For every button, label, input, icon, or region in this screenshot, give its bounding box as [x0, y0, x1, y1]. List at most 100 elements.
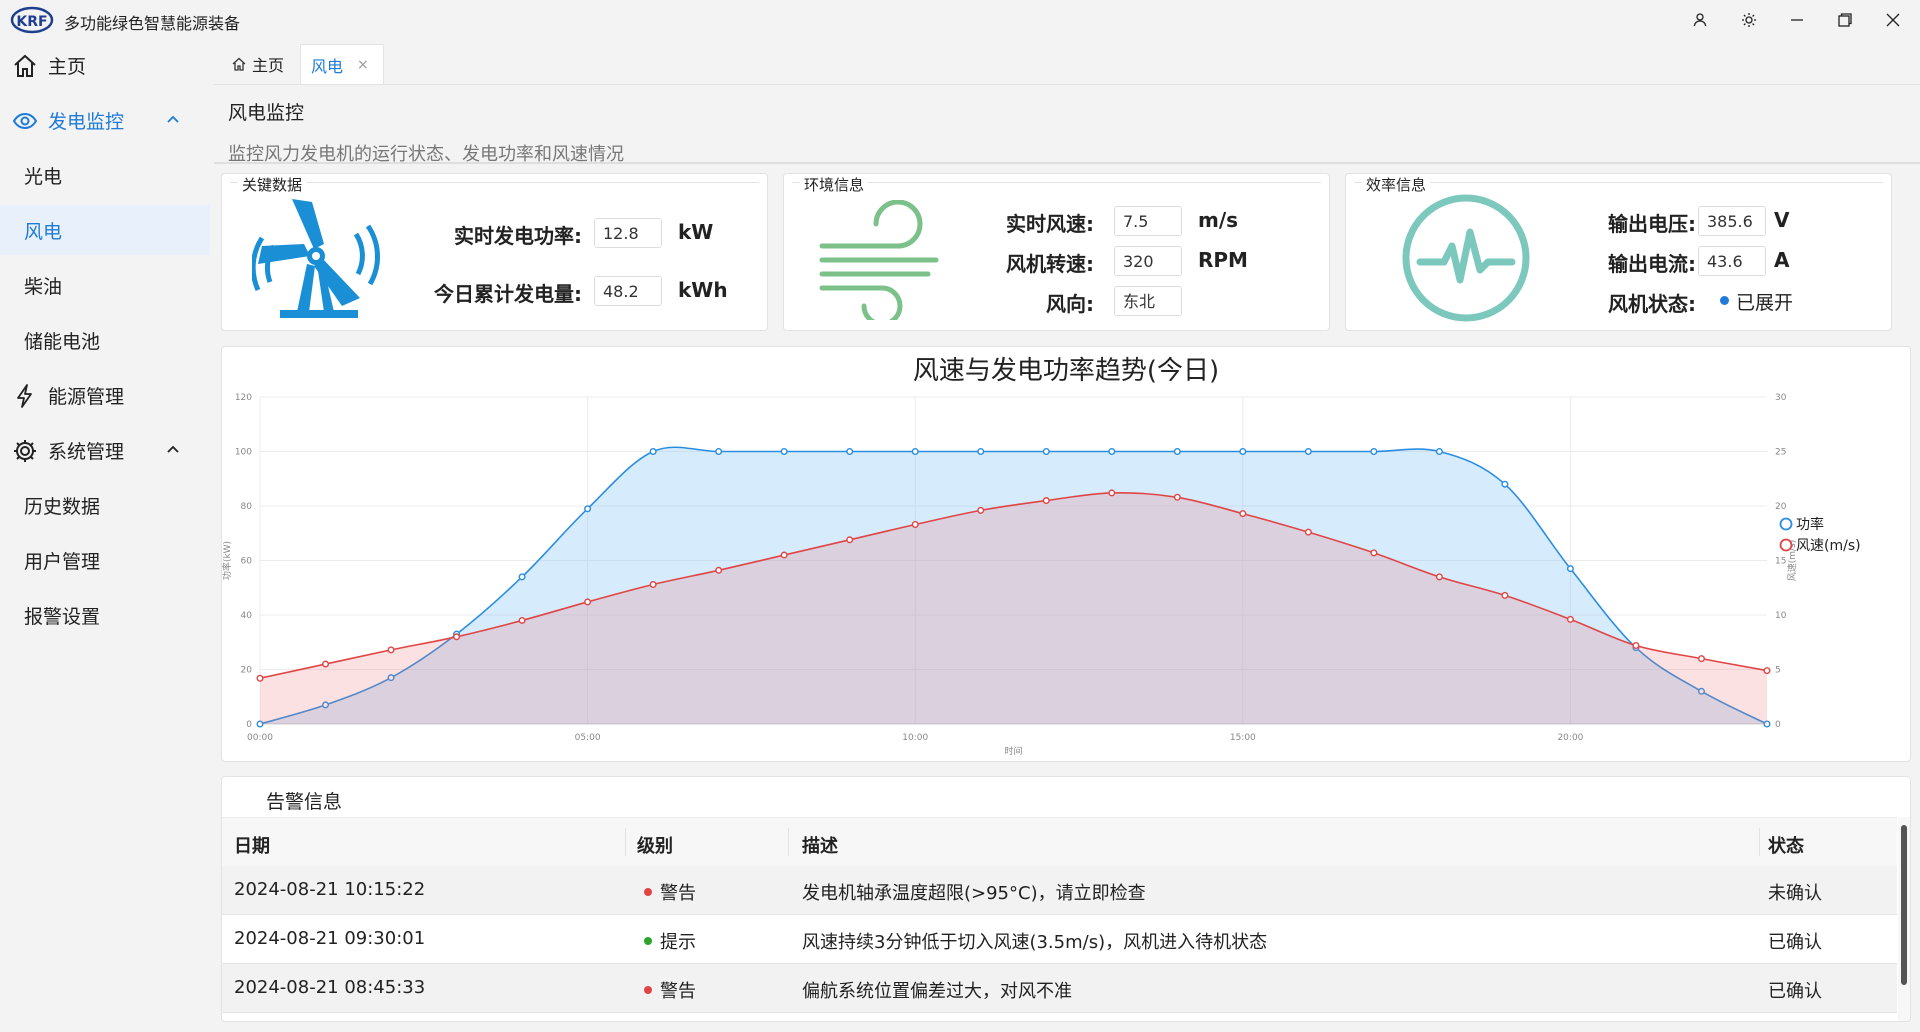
x-tick-label: 05:00 — [575, 733, 601, 743]
card-title: 环境信息 — [800, 174, 869, 195]
theme-sun-icon[interactable] — [1732, 6, 1766, 34]
sidebar-item-battery[interactable]: 储能电池 — [0, 315, 210, 365]
data-point — [1763, 667, 1771, 675]
sidebar-item-home[interactable]: 主页 — [0, 40, 210, 90]
sidebar-item-diesel[interactable]: 柴油 — [0, 260, 210, 310]
data-point — [1697, 655, 1705, 663]
minimize-icon[interactable] — [1780, 6, 1814, 34]
level-dot — [644, 986, 652, 994]
data-point — [1239, 447, 1247, 455]
rotor-speed-label: 风机转速: — [1006, 252, 1094, 276]
header-date[interactable]: 日期 — [234, 832, 270, 858]
table-row[interactable]: 2024-08-21 09:30:01 提示 风速持续3分钟低于切入风速(3.5… — [222, 915, 1897, 964]
chevron-up-icon — [167, 115, 179, 123]
sidebar-item-label: 主页 — [48, 55, 87, 78]
y-left-axis-label: 功率(kW) — [222, 541, 233, 580]
svg-text:KRF: KRF — [16, 14, 47, 30]
table-row[interactable]: 2024-08-21 08:45:33 警告 偏航系统位置偏差过大，对风不准 已… — [222, 964, 1897, 1013]
y-right-tick-label: 15 — [1775, 557, 1786, 567]
data-point — [453, 633, 461, 641]
energy-label: 今日累计发电量: — [434, 282, 582, 306]
home-icon — [232, 57, 246, 71]
app-logo: KRF — [10, 6, 54, 34]
y-right-tick-label: 20 — [1775, 502, 1787, 512]
data-point — [715, 566, 723, 574]
wind-speed-label: 实时风速: — [1006, 212, 1094, 236]
sidebar-item-history[interactable]: 历史数据 — [0, 480, 210, 530]
sidebar: 主页 发电监控 光电 风电 柴油 储能电池 能源管理 系统管理 历史数据 用户管… — [0, 40, 210, 1032]
header-description[interactable]: 描述 — [802, 832, 838, 858]
sidebar-item-energy-management[interactable]: 能源管理 — [0, 370, 210, 420]
y-left-tick-label: 20 — [241, 666, 253, 676]
output-current-unit: A — [1774, 248, 1790, 272]
y-left-tick-label: 100 — [235, 448, 252, 458]
sidebar-item-wind[interactable]: 风电 — [0, 205, 210, 255]
sidebar-item-label: 柴油 — [24, 275, 63, 298]
legend-marker — [1779, 538, 1793, 552]
data-point — [387, 646, 395, 654]
chevron-up-icon — [167, 445, 179, 453]
output-voltage-unit: V — [1774, 208, 1790, 232]
row-date: 2024-08-21 08:45:33 — [234, 977, 426, 998]
y-right-tick-label: 5 — [1775, 666, 1781, 676]
home-icon — [14, 54, 36, 77]
data-point — [1239, 510, 1247, 518]
data-point — [518, 616, 526, 624]
sidebar-item-solar[interactable]: 光电 — [0, 150, 210, 200]
title-bar: KRF 多功能绿色智慧能源装备 — [0, 0, 1920, 40]
card-divider — [1354, 182, 1883, 183]
data-point — [1042, 497, 1050, 505]
wind-icon — [819, 200, 939, 320]
wind-direction-value: 东北 — [1114, 286, 1182, 316]
close-icon[interactable] — [1876, 6, 1910, 34]
sidebar-item-alarm-settings[interactable]: 报警设置 — [0, 590, 210, 640]
pulse-icon — [1402, 194, 1530, 322]
row-level: 提示 — [644, 928, 696, 954]
data-point — [1435, 447, 1443, 455]
row-level: 警告 — [644, 977, 696, 1003]
x-tick-label: 15:00 — [1230, 733, 1256, 743]
header-level[interactable]: 级别 — [637, 832, 673, 858]
column-divider — [788, 828, 789, 856]
sidebar-item-label: 发电监控 — [48, 110, 125, 133]
app-title: 多功能绿色智慧能源装备 — [64, 14, 241, 33]
eye-icon — [12, 112, 38, 130]
data-point — [1173, 493, 1181, 501]
row-description: 风速持续3分钟低于切入风速(3.5m/s)，风机进入待机状态 — [802, 932, 1268, 953]
row-status: 已确认 — [1768, 932, 1822, 953]
sidebar-item-label: 历史数据 — [24, 495, 101, 518]
table-row[interactable]: 2024-08-21 10:15:22 警告 发电机轴承温度超限(>95°C)，… — [222, 866, 1897, 915]
rotor-speed-value: 320 — [1114, 246, 1182, 276]
sidebar-item-users[interactable]: 用户管理 — [0, 535, 210, 585]
legend-marker — [1779, 517, 1793, 531]
alarm-scrollbar[interactable] — [1898, 817, 1910, 1021]
user-icon[interactable] — [1683, 6, 1717, 34]
data-point — [1370, 447, 1378, 455]
sidebar-item-label: 系统管理 — [48, 440, 125, 463]
tab-close-icon[interactable]: × — [357, 57, 369, 73]
header-divider — [214, 162, 1920, 164]
tab-home[interactable]: 主页 — [214, 44, 296, 84]
legend-label: 风速(m/s) — [1796, 538, 1861, 554]
data-point — [780, 447, 788, 455]
sidebar-item-system-management[interactable]: 系统管理 — [0, 425, 210, 475]
trend-chart-card: 风速与发电功率趋势(今日) 0 20 40 60 80 100 120 0 5 10 15 20 25 30… — [221, 346, 1911, 762]
data-point — [256, 674, 264, 682]
scroll-thumb[interactable] — [1901, 825, 1907, 985]
y-left-tick-label: 80 — [241, 502, 253, 512]
key-data-card: 关键数据 实时发电功率: 12.8 kW 今日累计发电量: 48.2 kWh — [221, 173, 768, 331]
alarm-table-header: 日期 级别 描述 状态 — [222, 817, 1897, 867]
x-tick-label: 20:00 — [1557, 733, 1583, 743]
x-axis-label: 时间 — [1004, 745, 1022, 757]
data-point — [1566, 615, 1574, 623]
output-current-value: 43.6 — [1698, 246, 1766, 276]
restore-icon[interactable] — [1828, 6, 1862, 34]
row-level: 警告 — [644, 879, 696, 905]
data-point — [584, 598, 592, 606]
gear-icon — [14, 440, 36, 462]
tab-wind[interactable]: 风电 × — [300, 44, 384, 85]
sidebar-item-generation-monitor[interactable]: 发电监控 — [0, 95, 210, 145]
energy-unit: kWh — [678, 278, 728, 302]
sidebar-item-label: 储能电池 — [24, 330, 101, 353]
header-status[interactable]: 状态 — [1768, 832, 1804, 858]
